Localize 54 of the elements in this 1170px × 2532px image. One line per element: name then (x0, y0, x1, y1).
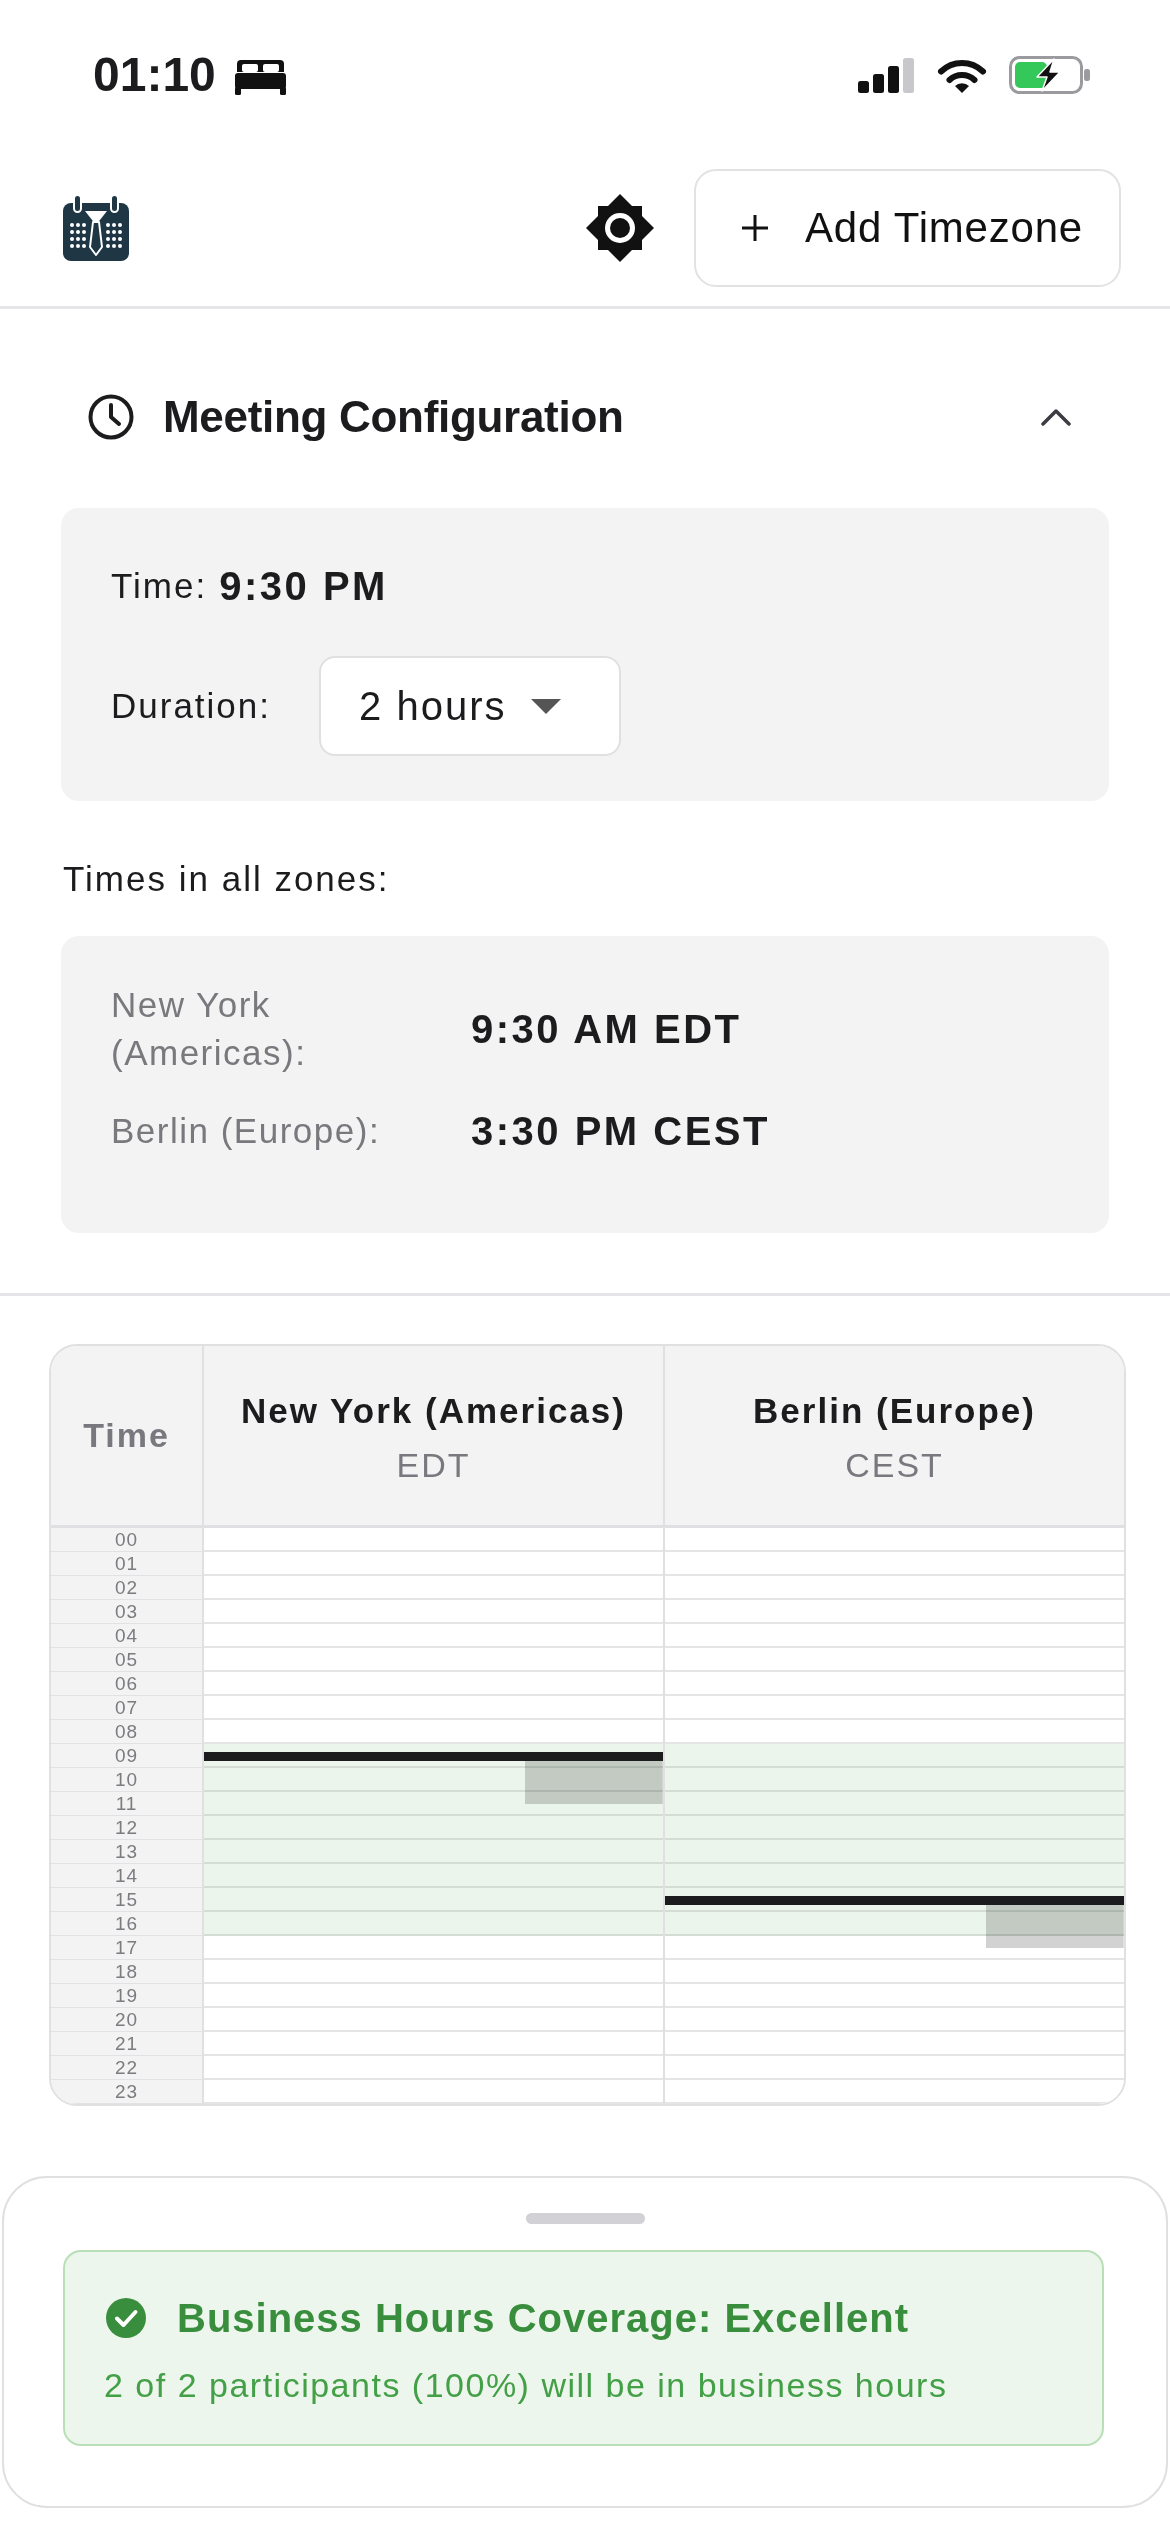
hour-label: 15 (51, 1888, 202, 1912)
hour-label: 05 (51, 1648, 202, 1672)
time-column-header: Time (51, 1346, 204, 1525)
hour-label: 00 (51, 1528, 202, 1552)
hour-label: 18 (51, 1960, 202, 1984)
hour-label: 11 (51, 1792, 202, 1816)
zone-abbreviation: EDT (396, 1445, 471, 1486)
hour-label: 04 (51, 1624, 202, 1648)
hour-label: 02 (51, 1576, 202, 1600)
zone-column-title: Berlin (Europe) (753, 1390, 1036, 1432)
time-label: Time: (111, 566, 208, 606)
hour-label: 06 (51, 1672, 202, 1696)
hour-label: 13 (51, 1840, 202, 1864)
hour-label: 14 (51, 1864, 202, 1888)
zones-heading: Times in all zones: (63, 858, 390, 900)
zone-time: 9:30 AM EDT (471, 1006, 742, 1052)
battery-icon (1009, 56, 1090, 94)
check-circle-icon (106, 2298, 146, 2338)
hour-label: 12 (51, 1816, 202, 1840)
signal-icon (858, 57, 915, 93)
brightness-icon[interactable] (585, 194, 654, 262)
caret-down-icon (531, 698, 562, 714)
duration-select[interactable]: 2 hours (319, 656, 622, 756)
clock-icon (88, 394, 134, 440)
hour-label: 21 (51, 2032, 202, 2056)
duration-label: Duration: (111, 686, 272, 726)
hour-label: 23 (51, 2080, 202, 2104)
hour-label: 03 (51, 1600, 202, 1624)
zone-name: New York (Americas): (111, 984, 308, 1074)
coverage-title: Business Hours Coverage: Excellent (177, 2295, 910, 2341)
chevron-up-icon[interactable] (1041, 408, 1071, 426)
add-timezone-button[interactable]: Add Timezone (693, 169, 1121, 287)
hour-label: 19 (51, 1984, 202, 2008)
status-time: 01:10 (93, 47, 216, 103)
hour-label: 07 (51, 1696, 202, 1720)
zone-column-title: New York (Americas) (241, 1390, 626, 1432)
hour-label: 01 (51, 1552, 202, 1576)
zone-abbreviation: CEST (845, 1445, 944, 1486)
bed-icon (234, 59, 286, 95)
hour-label: 16 (51, 1912, 202, 1936)
hour-label: 20 (51, 2008, 202, 2032)
zone-time: 3:30 PM CEST (471, 1108, 770, 1154)
section-title: Meeting Configuration (163, 392, 624, 442)
hour-label: 09 (51, 1744, 202, 1768)
zone-name: Berlin (Europe): (111, 1110, 381, 1152)
hour-label: 22 (51, 2056, 202, 2080)
calendar-tie-icon (63, 195, 129, 261)
hour-label: 08 (51, 1720, 202, 1744)
hour-label: 17 (51, 1936, 202, 1960)
drag-handle[interactable] (525, 2213, 645, 2224)
time-value[interactable]: 9:30 PM (219, 563, 388, 609)
coverage-detail: 2 of 2 participants (100%) will be in business hours (104, 2365, 948, 2406)
plus-icon (740, 214, 769, 242)
hour-label: 10 (51, 1768, 202, 1792)
